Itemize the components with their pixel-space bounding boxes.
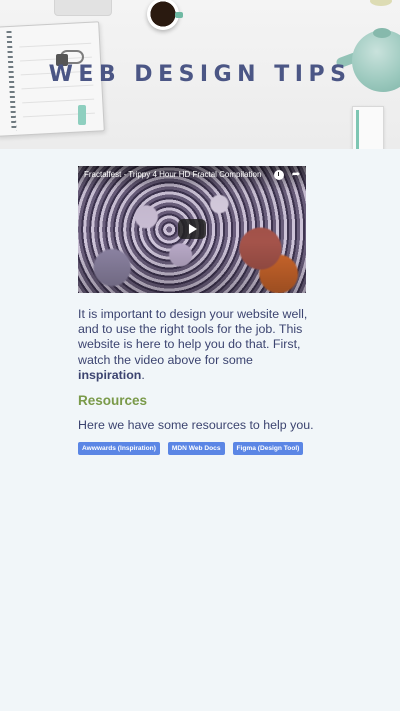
video-title[interactable]: Fractalfest - Trippy 4 Hour HD Fractal C…	[84, 170, 264, 179]
awwwards-link-button[interactable]: Awwwards (Inspiration)	[78, 442, 160, 456]
intro-paragraph: It is important to design your website w…	[78, 307, 322, 383]
plant-decoration	[370, 0, 392, 6]
laptop-decoration	[54, 0, 112, 16]
page-title: WEB DESIGN TIPS	[48, 62, 352, 87]
intro-text: It is important to design your website w…	[78, 307, 308, 367]
resources-heading: Resources	[78, 393, 148, 409]
notebook-line	[22, 98, 95, 104]
cup-handle-decoration	[175, 12, 183, 18]
mdn-link-button[interactable]: MDN Web Docs	[167, 442, 225, 456]
resources-text: Here we have some resources to help you.	[78, 418, 314, 433]
notepad-stripe	[356, 110, 359, 149]
clock-icon[interactable]	[274, 170, 284, 180]
teapot-lid-decoration	[373, 28, 391, 38]
notepad-decoration	[352, 106, 384, 149]
main-content: Fractalfest - Trippy 4 Hour HD Fractal C…	[78, 166, 322, 456]
notebook-line	[19, 42, 92, 48]
eraser-decoration	[78, 105, 86, 125]
intro-emphasis: inspiration	[78, 367, 142, 382]
intro-text-end: .	[141, 367, 145, 382]
video-embed[interactable]: Fractalfest - Trippy 4 Hour HD Fractal C…	[78, 166, 306, 293]
figma-link-button[interactable]: Figma (Design Tool)	[232, 442, 304, 456]
resource-links: Awwwards (Inspiration) MDN Web Docs Figm…	[78, 442, 322, 456]
play-icon[interactable]	[178, 219, 206, 239]
hero-banner: WEB DESIGN TIPS	[0, 0, 400, 149]
share-icon[interactable]: ➦	[290, 169, 302, 181]
